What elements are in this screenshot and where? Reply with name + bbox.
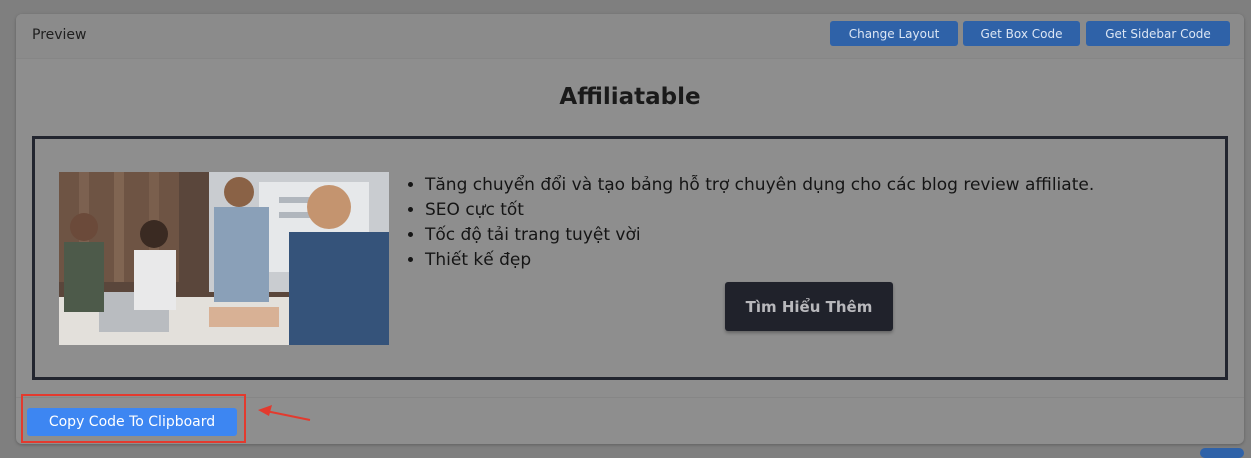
card-header: Preview Change Layout Get Box Code Get S… (16, 14, 1244, 59)
scroll-top-button[interactable] (1200, 448, 1244, 458)
product-box: Tăng chuyển đổi và tạo bảng hỗ trợ chuyê… (32, 136, 1228, 380)
change-layout-button[interactable]: Change Layout (830, 21, 958, 46)
feature-list: Tăng chuyển đổi và tạo bảng hỗ trợ chuyê… (403, 173, 1094, 273)
get-sidebar-code-button[interactable]: Get Sidebar Code (1086, 21, 1230, 46)
feature-item: SEO cực tốt (425, 198, 1094, 223)
learn-more-button[interactable]: Tìm Hiểu Thêm (725, 282, 893, 331)
feature-item: Tăng chuyển đổi và tạo bảng hỗ trợ chuyê… (425, 173, 1094, 198)
card-title: Preview (32, 27, 87, 43)
team-meeting-photo (59, 172, 389, 345)
copy-code-button[interactable]: Copy Code To Clipboard (27, 408, 237, 436)
feature-item: Thiết kế đẹp (425, 248, 1094, 273)
annotation-arrow-icon (258, 405, 311, 421)
get-box-code-button[interactable]: Get Box Code (963, 21, 1080, 46)
preview-card: Preview Change Layout Get Box Code Get S… (16, 14, 1244, 444)
feature-item: Tốc độ tải trang tuyệt vời (425, 223, 1094, 248)
box-title: Affiliatable (559, 84, 701, 110)
